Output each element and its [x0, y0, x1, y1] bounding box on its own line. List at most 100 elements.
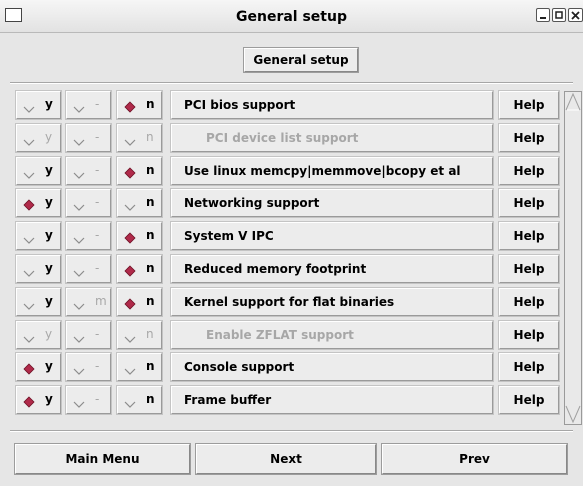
- option-label-field: System V IPC: [171, 222, 493, 250]
- option-n-toggle[interactable]: n: [117, 222, 162, 250]
- option-y-toggle[interactable]: y: [16, 353, 61, 381]
- option-n-toggle[interactable]: n: [117, 157, 162, 185]
- help-button[interactable]: Help: [499, 189, 559, 217]
- option-y-toggle[interactable]: y: [16, 288, 61, 316]
- option-y-toggle[interactable]: y: [16, 255, 61, 283]
- option-y-toggle[interactable]: y: [16, 91, 61, 119]
- title-bar: General setup: [0, 0, 583, 33]
- option-m-toggle[interactable]: m: [66, 288, 111, 316]
- option-m-toggle[interactable]: -: [66, 222, 111, 250]
- scrollbar[interactable]: [564, 91, 582, 425]
- diamond-icon: [124, 401, 136, 408]
- option-row: y - n Frame buffer Help: [15, 386, 565, 414]
- option-y-label: y: [45, 163, 53, 177]
- help-button[interactable]: Help: [499, 386, 559, 414]
- option-label: Kernel support for flat binaries: [184, 295, 395, 309]
- option-y-toggle[interactable]: y: [16, 189, 61, 217]
- close-icon[interactable]: [568, 8, 583, 22]
- option-m-label: -: [95, 163, 100, 177]
- diamond-selected-icon: [124, 298, 136, 310]
- option-n-toggle[interactable]: n: [117, 288, 162, 316]
- option-label: Enable ZFLAT support: [206, 328, 354, 342]
- option-n-toggle[interactable]: n: [117, 321, 162, 349]
- option-label-field: Kernel support for flat binaries: [171, 288, 493, 316]
- separator: [10, 430, 573, 432]
- window-title: General setup: [236, 9, 347, 25]
- option-row: y - n Use linux memcpy|memmove|bcopy et al H…: [15, 157, 565, 185]
- option-row: y - n Console support Help: [15, 353, 565, 381]
- option-label-field: PCI device list support: [171, 124, 493, 152]
- option-y-toggle[interactable]: y: [16, 124, 61, 152]
- option-m-toggle[interactable]: -: [66, 255, 111, 283]
- diamond-selected-icon: [23, 363, 35, 375]
- diamond-icon: [23, 106, 35, 113]
- option-n-toggle[interactable]: n: [117, 386, 162, 414]
- option-row: y - n Networking support Help: [15, 189, 565, 217]
- option-m-label: -: [95, 359, 100, 373]
- option-label-field: Frame buffer: [171, 386, 493, 414]
- minimize-icon[interactable]: [536, 8, 550, 22]
- diamond-icon: [124, 139, 136, 146]
- main-menu-button[interactable]: Main Menu: [14, 443, 191, 475]
- option-m-label: -: [95, 392, 100, 406]
- option-n-toggle[interactable]: n: [117, 255, 162, 283]
- scroll-up-icon[interactable]: [565, 92, 581, 112]
- option-y-label: y: [45, 261, 53, 275]
- scroll-down-icon[interactable]: [565, 404, 581, 424]
- option-y-toggle[interactable]: y: [16, 157, 61, 185]
- option-m-toggle[interactable]: -: [66, 321, 111, 349]
- option-m-toggle[interactable]: -: [66, 91, 111, 119]
- option-m-label: -: [95, 261, 100, 275]
- help-button[interactable]: Help: [499, 288, 559, 316]
- option-n-toggle[interactable]: n: [117, 91, 162, 119]
- maximize-icon[interactable]: [552, 8, 566, 22]
- diamond-selected-icon: [23, 396, 35, 408]
- option-row: y - n System V IPC Help: [15, 222, 565, 250]
- help-button[interactable]: Help: [499, 222, 559, 250]
- option-n-label: n: [146, 261, 155, 275]
- option-label-field: Console support: [171, 353, 493, 381]
- option-label: Frame buffer: [184, 393, 272, 407]
- option-m-label: -: [95, 195, 100, 209]
- option-label: PCI bios support: [184, 98, 296, 112]
- option-m-toggle[interactable]: -: [66, 353, 111, 381]
- diamond-selected-icon: [124, 101, 136, 113]
- diamond-icon: [73, 237, 85, 244]
- option-y-label: y: [45, 228, 53, 242]
- prev-button[interactable]: Prev: [381, 443, 568, 475]
- option-n-label: n: [146, 359, 155, 373]
- help-button[interactable]: Help: [499, 124, 559, 152]
- general-setup-button[interactable]: General setup: [243, 47, 359, 73]
- option-m-toggle[interactable]: -: [66, 386, 111, 414]
- diamond-icon: [124, 336, 136, 343]
- diamond-icon: [73, 204, 85, 211]
- option-m-toggle[interactable]: -: [66, 189, 111, 217]
- option-row: y - n Enable ZFLAT support Help: [15, 321, 565, 349]
- option-n-toggle[interactable]: n: [117, 124, 162, 152]
- diamond-icon: [23, 303, 35, 310]
- option-y-toggle[interactable]: y: [16, 321, 61, 349]
- option-y-label: y: [45, 130, 53, 144]
- option-label: Reduced memory footprint: [184, 262, 367, 276]
- help-button[interactable]: Help: [499, 321, 559, 349]
- next-button[interactable]: Next: [195, 443, 377, 475]
- option-label-field: Enable ZFLAT support: [171, 321, 493, 349]
- help-button[interactable]: Help: [499, 157, 559, 185]
- option-y-toggle[interactable]: y: [16, 222, 61, 250]
- option-n-label: n: [146, 327, 154, 341]
- option-n-toggle[interactable]: n: [117, 189, 162, 217]
- option-label-field: PCI bios support: [171, 91, 493, 119]
- option-label-field: Reduced memory footprint: [171, 255, 493, 283]
- option-n-toggle[interactable]: n: [117, 353, 162, 381]
- option-label: Console support: [184, 360, 295, 374]
- option-y-label: y: [45, 392, 53, 406]
- option-m-toggle[interactable]: -: [66, 124, 111, 152]
- help-button[interactable]: Help: [499, 91, 559, 119]
- help-button[interactable]: Help: [499, 255, 559, 283]
- diamond-icon: [124, 368, 136, 375]
- option-m-toggle[interactable]: -: [66, 157, 111, 185]
- help-button[interactable]: Help: [499, 353, 559, 381]
- option-label-field: Networking support: [171, 189, 493, 217]
- option-y-toggle[interactable]: y: [16, 386, 61, 414]
- option-label-field: Use linux memcpy|memmove|bcopy et al: [171, 157, 493, 185]
